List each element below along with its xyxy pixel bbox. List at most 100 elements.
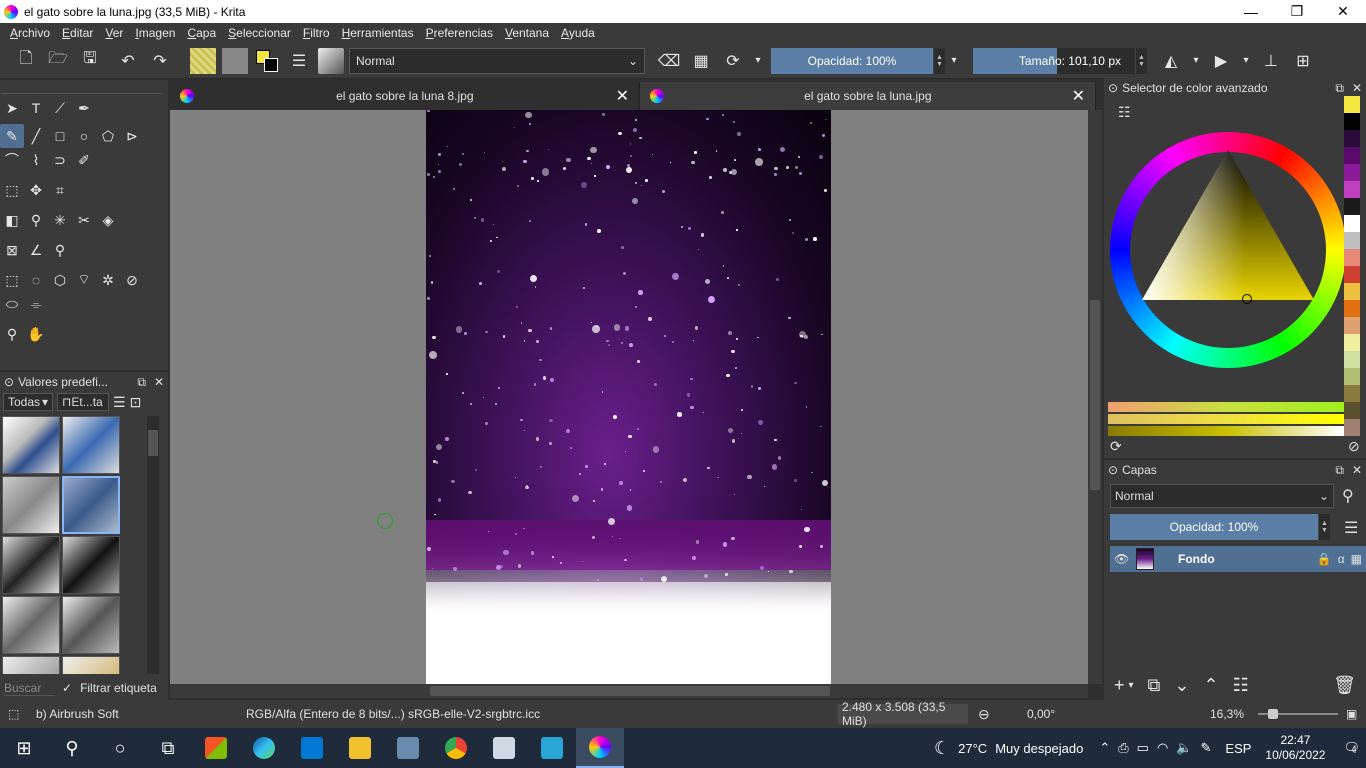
color-picker-icon[interactable]: ⚲: [24, 208, 48, 232]
language-indicator[interactable]: ESP: [1225, 741, 1251, 756]
lock-icon[interactable]: ⊙: [1108, 81, 1118, 95]
save-icon[interactable]: 🖫: [76, 47, 104, 75]
fg-bg-color-swatch[interactable]: [254, 48, 280, 74]
brush-preset-pencil-2[interactable]: [62, 596, 120, 654]
brush-preset-icon[interactable]: [318, 47, 344, 74]
minimize-button[interactable]: —: [1228, 0, 1274, 23]
store-icon[interactable]: [192, 728, 240, 768]
chevron-down-icon[interactable]: ▾: [1239, 47, 1253, 75]
alpha-lock-icon[interactable]: ▦: [687, 47, 715, 75]
task-view-icon[interactable]: ⧉: [144, 728, 192, 768]
transform-tool-icon[interactable]: ⬚: [0, 178, 24, 202]
alpha-icon[interactable]: α: [1338, 552, 1345, 566]
layer-menu-icon[interactable]: ☰: [1344, 518, 1358, 538]
float-docker-icon[interactable]: ⧉: [137, 375, 146, 390]
measure-tool-icon[interactable]: ∠: [24, 238, 48, 262]
search-icon[interactable]: ⚲: [48, 728, 96, 768]
multibrush-icon[interactable]: ✐: [72, 148, 96, 172]
scroll-thumb[interactable]: [430, 686, 830, 696]
duplicate-layer-icon[interactable]: ⧉: [1148, 675, 1161, 696]
gradient-tool-icon[interactable]: ◧: [0, 208, 24, 232]
shade-slider-3[interactable]: [1108, 426, 1344, 436]
similar-select-icon[interactable]: ⊘: [120, 268, 144, 292]
layer-properties-icon[interactable]: ☷: [1233, 675, 1249, 696]
magnetic-select-icon[interactable]: ⌯: [24, 292, 48, 316]
line-tool-icon[interactable]: ╱: [24, 124, 48, 148]
brush-preset-eraser[interactable]: [2, 416, 60, 474]
file-explorer-icon[interactable]: [336, 728, 384, 768]
brush-preset-eraser-small[interactable]: [62, 416, 120, 474]
palette-swatch[interactable]: [1344, 351, 1360, 368]
palette-swatch[interactable]: [1344, 300, 1360, 317]
volume-icon[interactable]: 🔈: [1176, 740, 1192, 756]
workspace-icon[interactable]: ⊞: [1289, 47, 1317, 75]
brush-preset-more-2[interactable]: [62, 656, 120, 674]
tab-document-main[interactable]: el gato sobre la luna.jpg ✕: [640, 82, 1096, 110]
scroll-thumb[interactable]: [148, 430, 158, 456]
palette-swatch[interactable]: [1344, 181, 1360, 198]
mail-icon[interactable]: [288, 728, 336, 768]
move-tool-icon[interactable]: ✥: [24, 178, 48, 202]
krita-taskbar-icon[interactable]: [576, 728, 624, 768]
palette-swatch[interactable]: [1344, 130, 1360, 147]
rect-select-icon[interactable]: ⬚: [0, 268, 24, 292]
chevron-down-icon[interactable]: ▾: [1189, 47, 1203, 75]
chevron-up-icon[interactable]: ⌃: [1099, 740, 1110, 756]
text-tool-icon[interactable]: T: [24, 96, 48, 120]
smart-patch-icon[interactable]: ✳: [48, 208, 72, 232]
clock[interactable]: 22:47 10/06/2022: [1265, 733, 1325, 763]
menu-ver[interactable]: Ver: [105, 26, 123, 40]
list-view-icon[interactable]: ☰: [113, 394, 126, 411]
brush-settings-icon[interactable]: ☰: [285, 47, 313, 75]
brush-preset-airbrush-soft[interactable]: [62, 476, 120, 534]
photos-icon[interactable]: [480, 728, 528, 768]
close-tab-icon[interactable]: ✕: [616, 86, 629, 106]
contiguous-select-icon[interactable]: ✲: [96, 268, 120, 292]
polyline-tool-icon[interactable]: ⊳: [120, 124, 144, 148]
move-layer-down-icon[interactable]: ⌄: [1174, 675, 1189, 696]
checkbox-icon[interactable]: ✓: [62, 681, 72, 695]
lock-icon[interactable]: ⊙: [1108, 463, 1118, 477]
weather-temperature[interactable]: 27°C: [958, 741, 987, 756]
brush-preset-more[interactable]: [2, 656, 60, 674]
palette-swatch[interactable]: [1344, 215, 1360, 232]
palette-swatch[interactable]: [1344, 266, 1360, 283]
open-folder-icon[interactable]: 🗁: [44, 47, 72, 75]
clear-icon[interactable]: ⊘: [1348, 438, 1360, 455]
inherit-alpha-icon[interactable]: ▦: [1351, 552, 1362, 566]
palette-swatch[interactable]: [1344, 334, 1360, 351]
menu-seleccionar[interactable]: Seleccionar: [228, 26, 291, 40]
lock-icon[interactable]: ⊙: [4, 375, 14, 389]
weather-moon-icon[interactable]: ☾: [934, 738, 950, 759]
palette-swatch[interactable]: [1344, 317, 1360, 334]
brush-preset-blender[interactable]: [2, 476, 60, 534]
close-button[interactable]: ✕: [1320, 0, 1366, 23]
mirror-horizontal-icon[interactable]: ◭: [1157, 47, 1185, 75]
freehand-path-icon[interactable]: ⌇: [24, 148, 48, 172]
palette-swatch[interactable]: [1344, 198, 1360, 215]
presets-scrollbar[interactable]: [147, 416, 159, 674]
menu-capa[interactable]: Capa: [187, 26, 216, 40]
edit-shapes-icon[interactable]: ⟋: [48, 96, 72, 120]
color-settings-icon[interactable]: ☷: [1118, 104, 1131, 121]
menu-editar[interactable]: Editar: [62, 26, 93, 40]
chevron-down-icon[interactable]: ▾: [751, 47, 765, 75]
bezier-tool-icon[interactable]: ⌒: [0, 148, 24, 172]
notification-center-icon[interactable]: 🗨 4: [1343, 740, 1360, 756]
refresh-icon[interactable]: ⟳: [1110, 438, 1122, 455]
select-shapes-icon[interactable]: ➤: [0, 96, 24, 120]
menu-imagen[interactable]: Imagen: [135, 26, 175, 40]
palette-swatch[interactable]: [1344, 368, 1360, 385]
opacity-slider[interactable]: Opacidad: 100%: [771, 47, 933, 74]
tab-document-8[interactable]: el gato sobre la luna 8.jpg ✕: [170, 82, 640, 110]
zoom-slider[interactable]: [1258, 709, 1338, 719]
filter-icon[interactable]: ⚲: [1342, 486, 1354, 506]
menu-ventana[interactable]: Ventana: [505, 26, 549, 40]
chevron-down-icon[interactable]: ▾: [947, 47, 961, 75]
pattern-swatch[interactable]: [222, 47, 248, 74]
new-document-icon[interactable]: 🗋: [12, 47, 40, 75]
remote-desktop-icon[interactable]: [384, 728, 432, 768]
preset-filter-select[interactable]: Todas ▾: [3, 393, 53, 411]
menu-herramientas[interactable]: Herramientas: [342, 26, 414, 40]
palette-swatch[interactable]: [1344, 419, 1360, 436]
